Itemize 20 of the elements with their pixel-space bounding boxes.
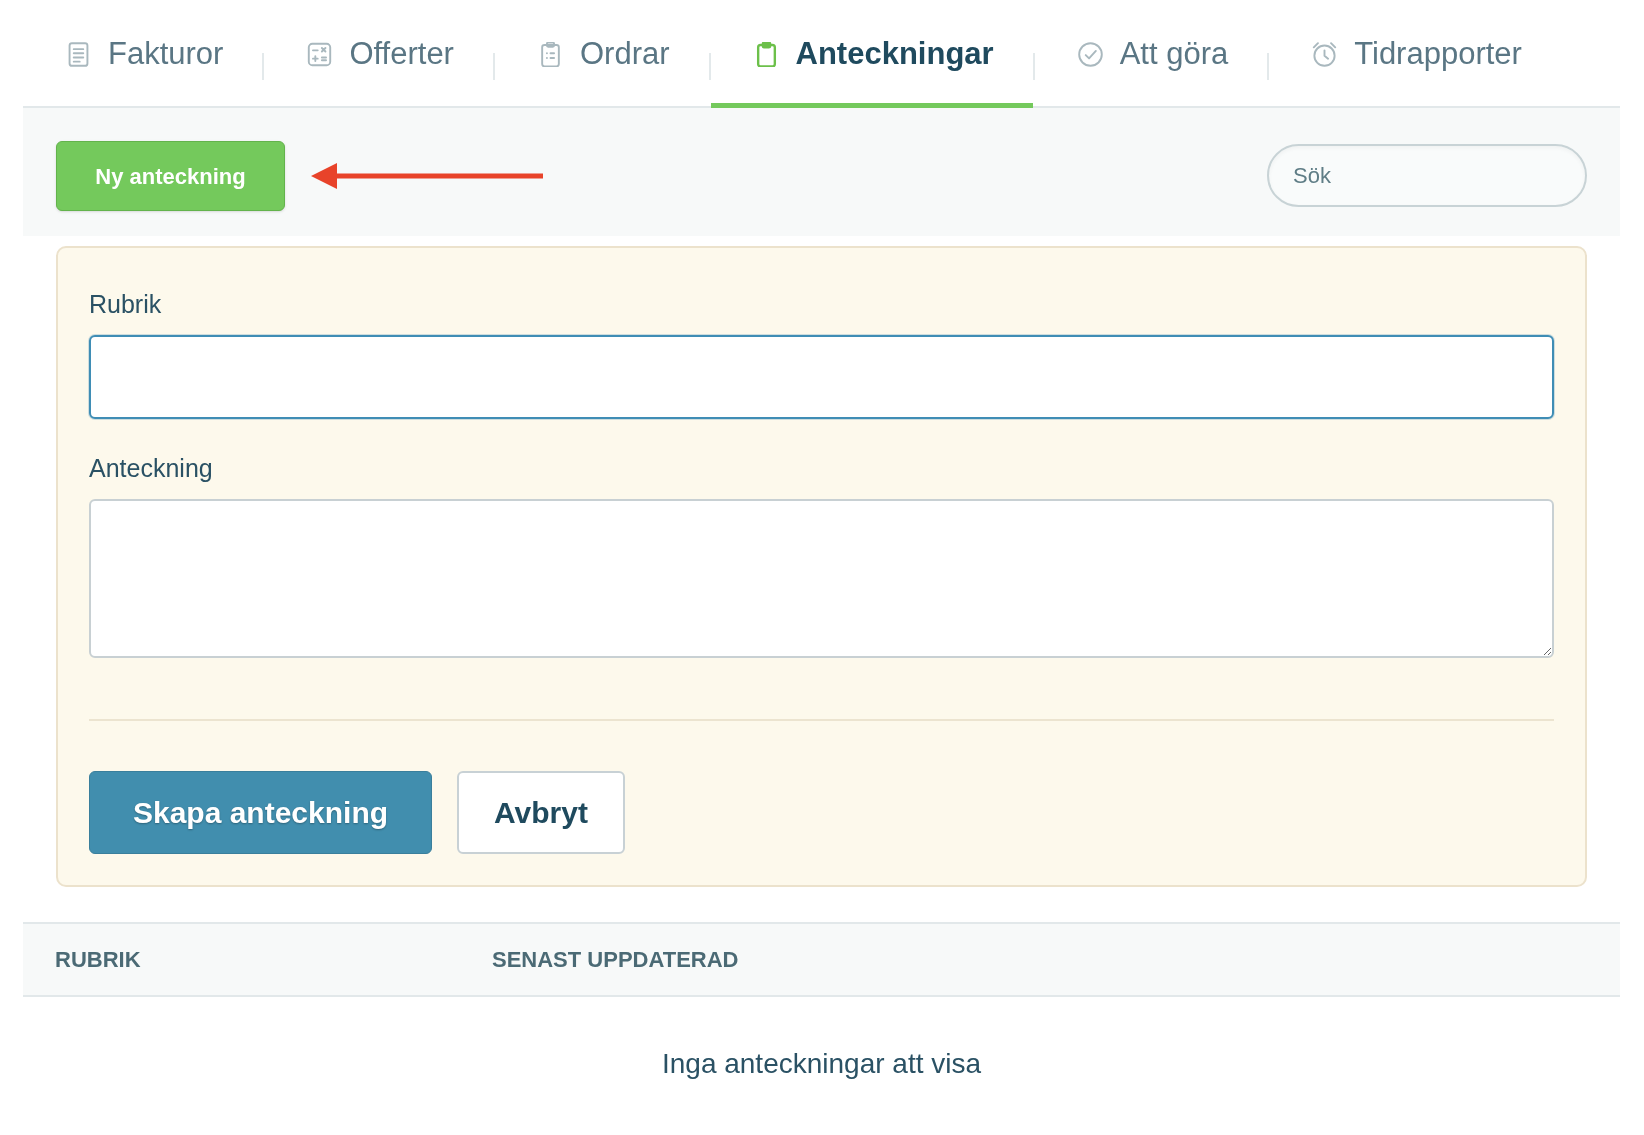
text-field[interactable] bbox=[89, 335, 1554, 419]
column-header: SENAST UPPDATERAD bbox=[492, 947, 739, 972]
tab[interactable]: Att göra bbox=[1034, 0, 1268, 108]
alarm-clock-icon bbox=[1312, 42, 1338, 67]
cancel-button[interactable]: Avbryt bbox=[457, 771, 625, 854]
field-label: Rubrik bbox=[89, 289, 162, 319]
document-icon bbox=[66, 42, 91, 67]
tab[interactable]: Fakturor bbox=[23, 0, 263, 108]
field-label: Anteckning bbox=[89, 453, 213, 483]
create-note-button[interactable]: Skapa anteckning bbox=[89, 771, 432, 854]
search-field[interactable]: Sök bbox=[1267, 144, 1587, 207]
calculator-icon bbox=[307, 42, 333, 67]
check-circle-icon bbox=[1077, 42, 1103, 67]
tab[interactable]: Tidrapporter bbox=[1269, 0, 1561, 108]
column-header: RUBRIK bbox=[55, 947, 141, 972]
arrow-icon bbox=[311, 163, 543, 189]
tab[interactable]: Offerter bbox=[264, 0, 493, 108]
tab[interactable]: Ordrar bbox=[494, 0, 709, 108]
empty-message: Inga anteckningar att visa bbox=[661, 1047, 982, 1081]
text-area-field[interactable] bbox=[89, 499, 1554, 658]
